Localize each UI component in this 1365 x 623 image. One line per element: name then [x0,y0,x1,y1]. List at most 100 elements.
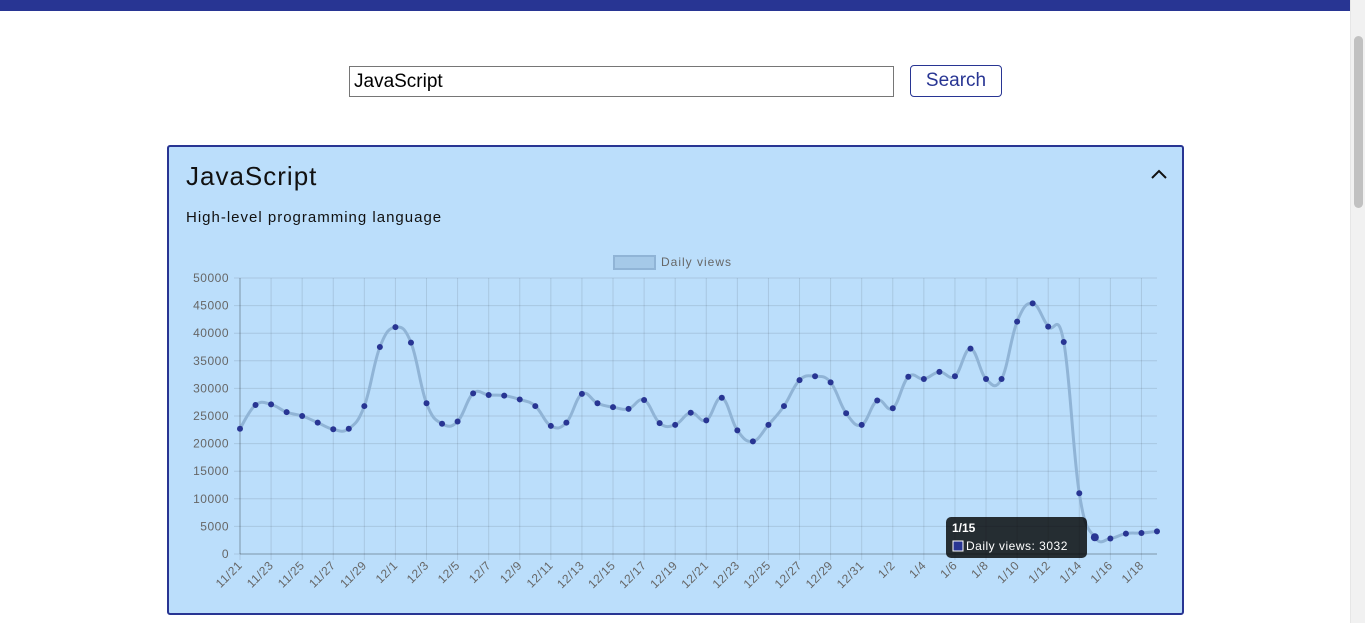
x-tick-label: 12/17 [616,558,649,591]
y-tick-label: 45000 [193,299,229,313]
data-point [827,379,834,386]
data-point [345,425,352,432]
data-point [299,413,306,419]
daily-views-chart: 0 5000 10000 15000 20000 25000 30000 35000 40000… [193,255,1160,591]
x-tick-label: 12/3 [404,558,432,586]
data-point [237,425,243,432]
data-point [656,420,663,427]
data-point [858,421,865,428]
data-point [392,324,399,331]
data-point [625,405,632,412]
x-tick-label: 12/27 [772,558,805,591]
data-point [951,373,958,380]
series-line-daily-views [238,301,1158,544]
data-point [843,410,850,417]
y-tick-label: 20000 [193,437,229,451]
x-tick-label: 12/9 [497,558,525,586]
y-tick-label: 15000 [193,464,229,478]
x-tick-label: 1/14 [1057,558,1085,586]
data-point [610,404,617,411]
data-point [1045,323,1052,330]
data-point [687,409,694,416]
data-point [749,438,756,445]
data-point [1122,530,1129,537]
data-point [765,421,772,428]
data-point [501,392,508,399]
data-point [1060,339,1067,346]
x-tick-label: 1/10 [994,558,1022,586]
data-point [718,394,725,401]
data-point [1029,300,1036,307]
data-point [936,368,943,375]
chart-series [237,300,1160,544]
legend-label: Daily views [661,255,732,269]
x-tick-label: 12/7 [466,558,494,586]
data-point [889,405,896,412]
x-tick-label: 1/12 [1025,558,1053,586]
x-tick-label: 12/1 [373,558,401,586]
data-point [1014,318,1021,325]
data-point [920,376,927,383]
data-point [361,403,368,410]
data-point [998,376,1005,383]
x-tick-label: 12/21 [678,558,711,591]
y-tick-label: 50000 [193,271,229,285]
y-tick-label: 30000 [193,381,229,395]
x-tick-label: 11/23 [244,558,276,590]
data-point [796,377,803,384]
x-tick-label: 12/31 [834,558,867,591]
data-point [268,401,275,408]
data-point [967,345,974,352]
y-tick-label: 0 [222,547,229,561]
data-point [439,420,446,427]
data-point [563,419,570,426]
data-point [330,426,337,433]
x-tick-label: 1/6 [937,558,960,581]
page-scrollbar[interactable] [1350,0,1365,623]
data-point [376,344,383,350]
data-point [703,417,710,424]
data-point [1154,528,1160,535]
chart-tooltip: 1/15 Daily views: 3032 [946,517,1087,558]
data-point [780,403,787,410]
x-tick-label: 1/18 [1119,558,1147,586]
y-tick-label: 25000 [193,409,229,423]
chart-legend: Daily views [613,255,732,270]
y-tick-label: 35000 [193,354,229,368]
data-point [641,396,648,403]
y-tick-label: 40000 [193,326,229,340]
data-point [905,373,912,380]
legend-swatch [613,255,656,270]
x-tick-label: 12/15 [585,558,618,591]
tooltip-body: Daily views: 3032 [966,539,1068,553]
data-point [983,376,990,383]
data-point [578,390,585,397]
scrollbar-thumb[interactable] [1354,36,1363,208]
data-point [1107,535,1114,542]
tooltip-swatch [952,540,964,552]
data-point [1138,530,1145,537]
x-tick-label: 12/19 [647,558,680,591]
data-point [470,390,477,397]
data-point [547,422,554,429]
x-tick-label: 12/13 [554,558,587,591]
x-tick-label: 12/25 [741,558,774,591]
x-tick-label: 1/8 [968,558,991,581]
x-tick-label: 11/25 [275,558,307,590]
data-point [1090,533,1099,542]
data-point [252,401,259,408]
x-tick-label: 11/21 [213,558,245,590]
x-tick-label: 12/29 [803,558,836,591]
x-tick-label: 11/29 [337,558,369,590]
data-point [1076,490,1083,497]
data-point [594,400,601,407]
x-tick-label: 12/23 [710,558,743,591]
data-point [485,392,492,399]
x-tick-label: 1/2 [875,558,898,581]
data-point [672,421,679,428]
x-tick-label: 1/4 [906,558,929,581]
x-tick-label: 12/11 [524,558,556,590]
data-point [812,373,819,380]
data-point [314,419,321,426]
data-point [532,403,539,410]
